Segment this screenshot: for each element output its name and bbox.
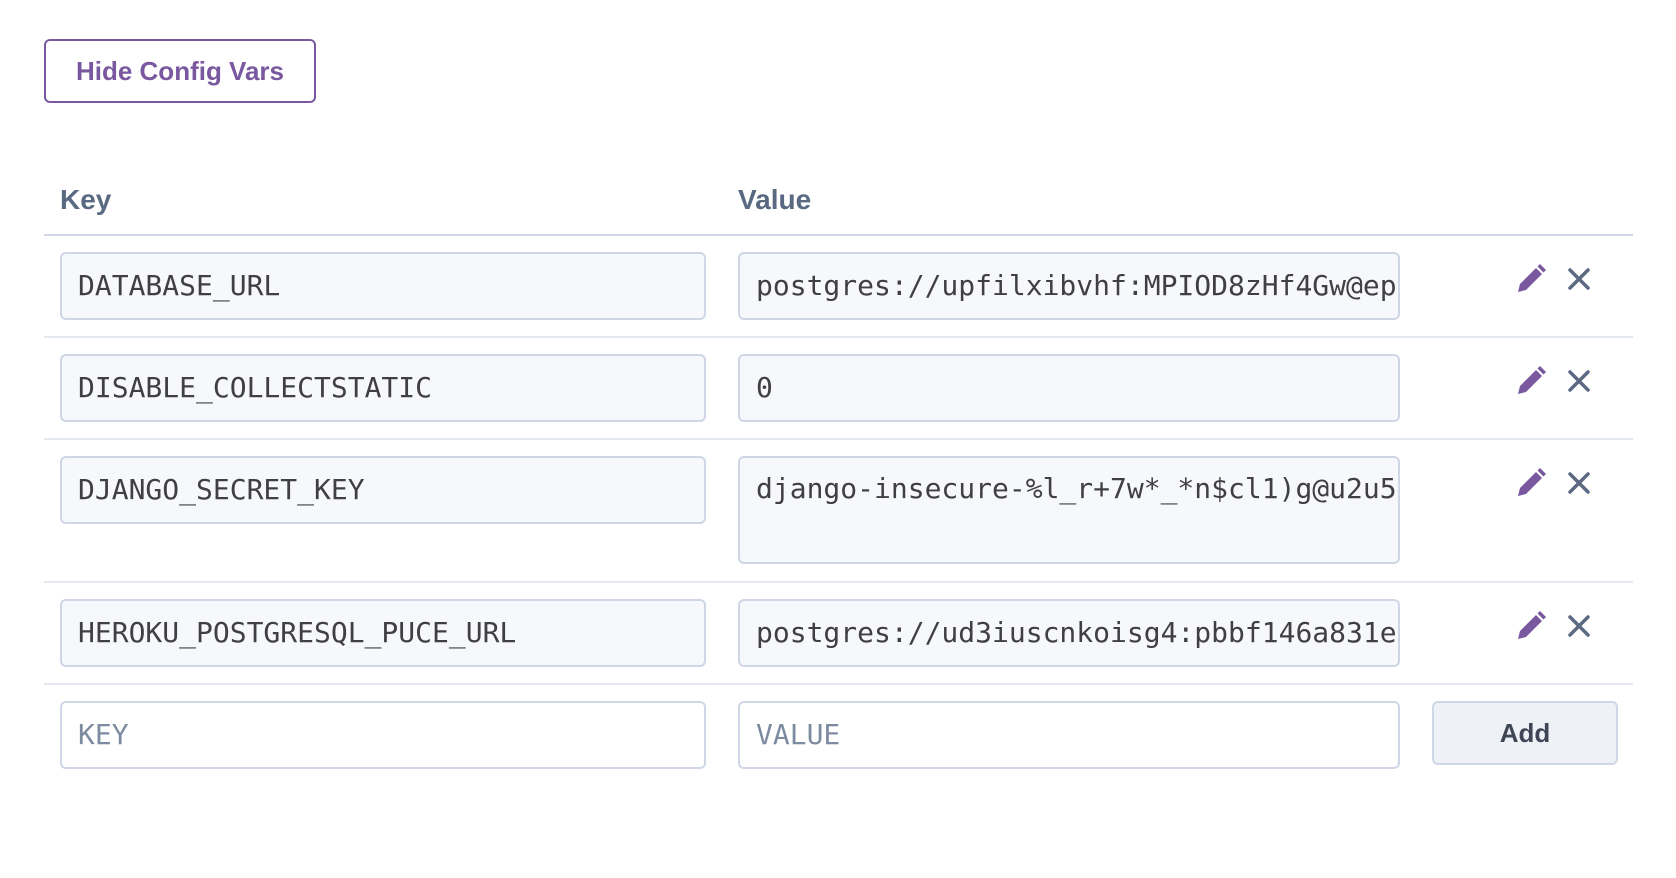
table-header: Key Value [44, 170, 1633, 236]
config-var-key-field[interactable]: DATABASE_URL [60, 252, 706, 320]
close-icon[interactable] [1562, 609, 1596, 643]
config-var-value-field[interactable]: postgres://ud3iuscnkoisg4:pbbf146a831e [738, 599, 1400, 667]
value-column-header: Value [738, 184, 812, 215]
new-config-var-row: KEY VALUE Add [44, 685, 1633, 785]
pencil-icon[interactable] [1514, 609, 1548, 643]
hide-config-vars-button[interactable]: Hide Config Vars [44, 39, 316, 103]
new-key-input[interactable]: KEY [60, 701, 706, 769]
config-var-row: DJANGO_SECRET_KEY django-insecure-%l_r+7… [44, 440, 1633, 583]
config-var-value-field[interactable]: postgres://upfilxibvhf:MPIOD8zHf4Gw@ep [738, 252, 1400, 320]
config-var-key-field[interactable]: DJANGO_SECRET_KEY [60, 456, 706, 524]
new-value-input[interactable]: VALUE [738, 701, 1400, 769]
config-var-row: DATABASE_URL postgres://upfilxibvhf:MPIO… [44, 236, 1633, 338]
add-button[interactable]: Add [1432, 701, 1618, 765]
config-var-row: HEROKU_POSTGRESQL_PUCE_URL postgres://ud… [44, 583, 1633, 685]
key-column-header: Key [60, 184, 112, 215]
pencil-icon[interactable] [1514, 262, 1548, 296]
config-var-key-field[interactable]: DISABLE_COLLECTSTATIC [60, 354, 706, 422]
config-vars-table: Key Value DATABASE_URL postgres://upfilx… [44, 170, 1633, 785]
pencil-icon[interactable] [1514, 466, 1548, 500]
config-var-value-field[interactable]: 0 [738, 354, 1400, 422]
pencil-icon[interactable] [1514, 364, 1548, 398]
close-icon[interactable] [1562, 262, 1596, 296]
config-var-row: DISABLE_COLLECTSTATIC 0 [44, 338, 1633, 440]
close-icon[interactable] [1562, 466, 1596, 500]
close-icon[interactable] [1562, 364, 1596, 398]
config-var-value-field[interactable]: django-insecure-%l_r+7w*_*n$cl1)g@u2u5 [738, 456, 1400, 564]
config-vars-panel: Hide Config Vars Key Value DATABASE_URL … [0, 0, 1676, 878]
config-var-key-field[interactable]: HEROKU_POSTGRESQL_PUCE_URL [60, 599, 706, 667]
